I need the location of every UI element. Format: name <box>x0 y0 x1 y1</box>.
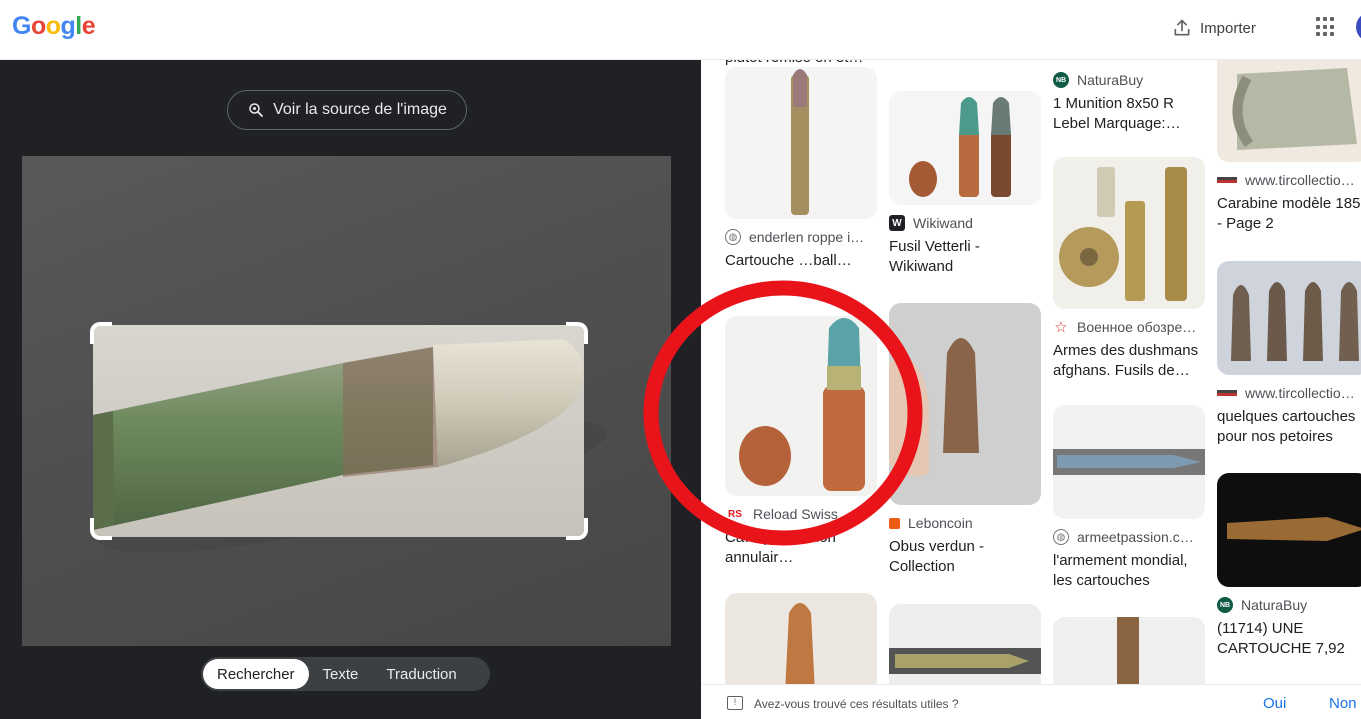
result-source: ☆ Военное обозре… <box>1053 319 1205 335</box>
logo-letter: g <box>60 12 76 40</box>
feedback-no-button[interactable]: Non <box>1329 695 1357 712</box>
crop-selection[interactable] <box>93 325 584 537</box>
mode-translate-tab[interactable]: Traduction <box>372 659 470 689</box>
mode-search-tab[interactable]: Rechercher <box>203 659 309 689</box>
flag-icon <box>1217 177 1237 183</box>
result-source: Leboncoin <box>889 515 1041 531</box>
result-source: NB NaturaBuy <box>1053 72 1205 88</box>
import-button[interactable]: Importer <box>1172 16 1256 40</box>
crop-handle-top-left[interactable] <box>90 322 112 344</box>
result-title: Armes des dushmans afghans. Fusils de… <box>1053 342 1199 379</box>
result-source: W Wikiwand <box>889 215 1041 231</box>
avatar[interactable] <box>1356 12 1361 42</box>
import-label: Importer <box>1200 19 1256 37</box>
result-thumbnail[interactable] <box>1053 405 1205 519</box>
result-card[interactable]: ◍ armeetpassion.c… l'armement mondial, l… <box>1053 405 1205 591</box>
result-source: ◍ armeetpassion.c… <box>1053 529 1205 545</box>
result-card[interactable]: www.tircollectio… quelques cartouches po… <box>1217 261 1361 447</box>
feedback-bar: ! Avez-vous trouvé ces résultats utiles … <box>701 684 1361 719</box>
result-title: (11714) UNE CARTOUCHE 7,92 x… <box>1217 620 1345 657</box>
view-image-source-button[interactable]: Voir la source de l'image <box>227 90 467 130</box>
result-card[interactable] <box>725 593 877 684</box>
naturabuy-icon: NB <box>1053 72 1069 88</box>
result-title: 1 Munition 8x50 R Lebel Marquage:… <box>1053 95 1181 132</box>
mode-text-tab[interactable]: Texte <box>309 659 373 689</box>
star-icon: ☆ <box>1054 319 1068 335</box>
result-thumbnail[interactable] <box>1053 157 1205 309</box>
result-source-label: NaturaBuy <box>1241 597 1308 613</box>
result-card[interactable]: RS Reload Swiss Ca… percussion annulair… <box>725 316 877 568</box>
result-source: www.tircollectio… <box>1217 385 1361 401</box>
result-card[interactable]: www.tircollectio… Carabine modèle 1859 -… <box>1217 60 1361 234</box>
result-source-label: armeetpassion.c… <box>1077 529 1194 545</box>
globe-icon: ◍ <box>1053 529 1069 545</box>
result-source-label: enderlen roppe i… <box>749 229 865 245</box>
result-source: NB NaturaBuy <box>1217 597 1361 613</box>
lens-search-icon <box>249 103 263 117</box>
result-source: RS Reload Swiss <box>725 506 877 522</box>
results-grid: plutôt remise en et… ◍ enderlen roppe i…… <box>701 60 1361 684</box>
result-source-label: NaturaBuy <box>1077 72 1144 88</box>
result-thumbnail[interactable] <box>1217 60 1361 162</box>
result-card[interactable]: Leboncoin Obus verdun - Collection <box>889 303 1041 577</box>
result-thumbnail[interactable] <box>725 593 877 684</box>
result-thumbnail[interactable] <box>725 67 877 219</box>
result-source-label: Leboncoin <box>908 515 973 531</box>
result-thumbnail[interactable] <box>889 604 1041 684</box>
result-thumbnail[interactable] <box>889 303 1041 505</box>
logo-letter: o <box>30 12 46 40</box>
result-card[interactable]: NB NaturaBuy 1 Munition 8x50 R Lebel Mar… <box>1053 68 1205 134</box>
result-thumbnail[interactable] <box>1053 617 1205 684</box>
naturabuy-icon: NB <box>1217 597 1233 613</box>
result-thumbnail[interactable] <box>889 91 1041 205</box>
view-source-label: Voir la source de l'image <box>273 101 447 118</box>
result-title: quelques cartouches pour nos petoires <box>1217 408 1356 445</box>
rs-logo: RS <box>728 508 742 520</box>
result-card[interactable] <box>1053 617 1205 684</box>
result-title: Obus verdun - Collection <box>889 538 985 575</box>
result-source: ◍ enderlen roppe i… <box>725 229 877 245</box>
result-card[interactable]: W Wikiwand Fusil Vetterli - Wikiwand <box>889 91 1041 277</box>
feedback-question: Avez-vous trouvé ces résultats utiles ? <box>754 697 959 711</box>
apps-grid-icon[interactable] <box>1316 17 1336 37</box>
flag-icon <box>1217 390 1237 396</box>
globe-icon: ◍ <box>725 229 741 245</box>
leboncoin-icon <box>889 517 900 529</box>
top-bar: Google Importer <box>0 0 1361 60</box>
crop-handle-bottom-left[interactable] <box>90 518 112 540</box>
result-card[interactable]: ◍ enderlen roppe i… Cartouche …ball… <box>725 67 877 291</box>
result-thumbnail[interactable] <box>1217 261 1361 375</box>
crop-handle-bottom-right[interactable] <box>566 518 588 540</box>
result-card[interactable]: ☆ Военное обозре… Armes des dushmans afg… <box>1053 157 1205 381</box>
result-title: Cartouche …ball… <box>725 252 852 269</box>
result-title: Carabine modèle 1859 - Page 2 <box>1217 195 1361 232</box>
crop-handle-top-right[interactable] <box>566 322 588 344</box>
result-source: www.tircollectio… <box>1217 172 1361 188</box>
result-source-label: Военное обозре… <box>1077 319 1197 335</box>
lens-panel: Voir la source de l'image Rechercher Tex… <box>0 60 701 719</box>
wikiwand-icon: W <box>889 215 905 231</box>
feedback-icon: ! <box>727 696 743 710</box>
result-title: l'armement mondial, les cartouches <box>1053 552 1188 589</box>
result-source-label: www.tircollectio… <box>1245 172 1355 188</box>
result-thumbnail[interactable] <box>725 316 877 496</box>
result-title: Ca… percussion annulair… <box>725 529 836 566</box>
result-source-label: Wikiwand <box>913 215 973 231</box>
logo-letter: G <box>12 12 31 40</box>
result-card[interactable]: NB NaturaBuy (11714) UNE CARTOUCHE 7,92 … <box>1217 473 1361 659</box>
google-logo[interactable]: Google <box>12 12 96 41</box>
result-card[interactable] <box>889 604 1041 684</box>
upload-icon <box>1174 19 1190 36</box>
result-source-label: Reload Swiss <box>753 506 838 522</box>
cartridge-image <box>93 339 583 530</box>
result-thumbnail[interactable] <box>1217 473 1361 587</box>
feedback-yes-button[interactable]: Oui <box>1263 695 1286 712</box>
logo-letter: e <box>81 12 96 40</box>
logo-letter: o <box>45 12 61 40</box>
result-title: Fusil Vetterli - Wikiwand <box>889 238 980 275</box>
mode-switcher: Rechercher Texte Traduction <box>201 657 490 691</box>
result-source-label: www.tircollectio… <box>1245 385 1355 401</box>
